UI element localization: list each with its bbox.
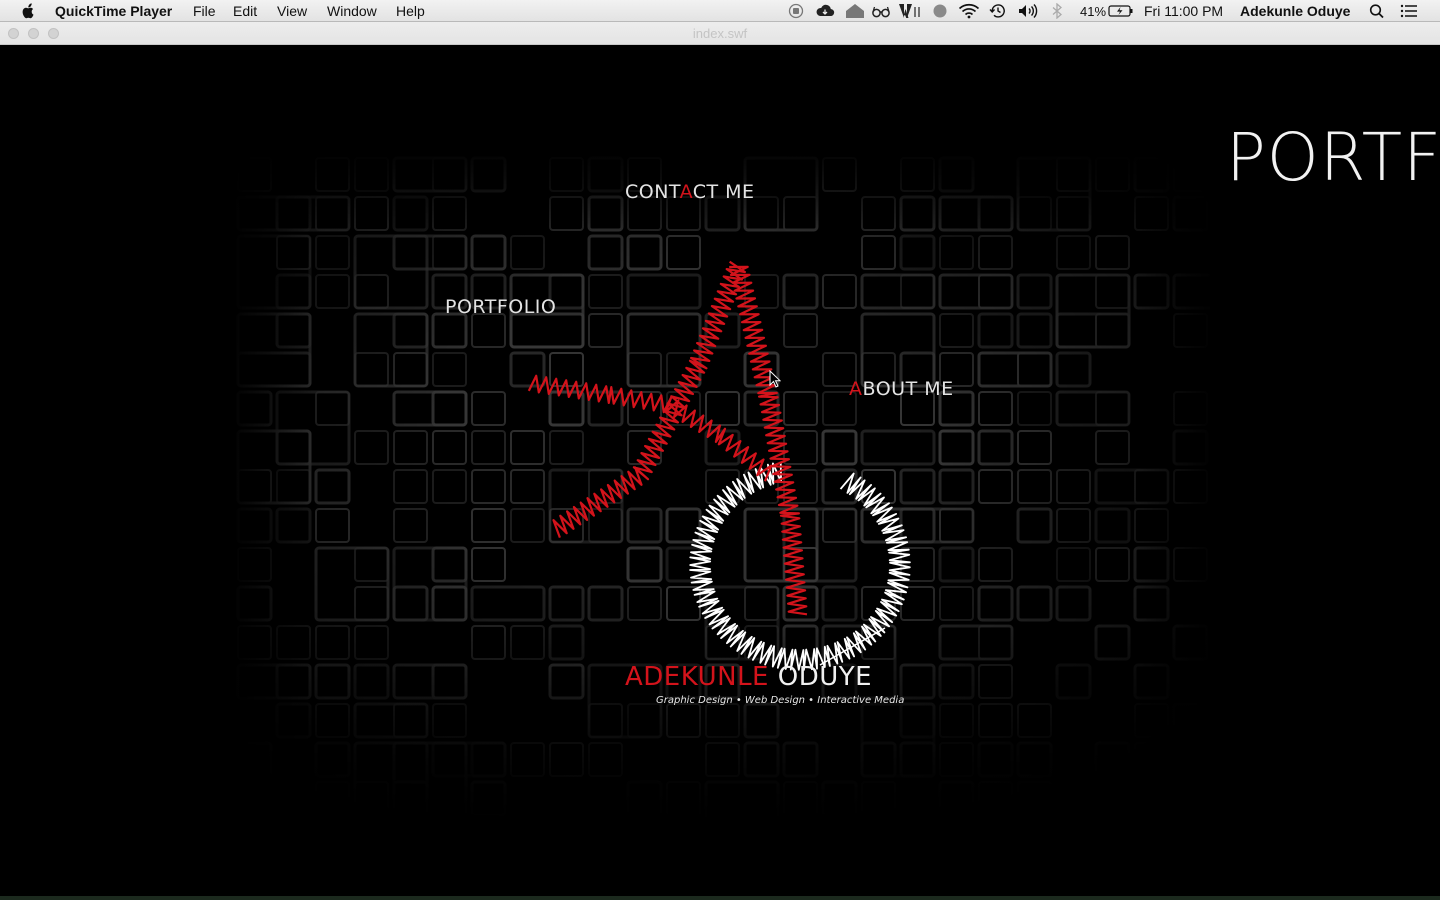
circle-icon[interactable] <box>931 3 949 19</box>
tagline: Graphic Design • Web Design • Interactiv… <box>656 695 905 706</box>
brand-first-name: ADEKUNLE <box>625 662 769 692</box>
app-menu[interactable]: QuickTime Player <box>55 3 172 19</box>
spotlight-icon[interactable] <box>1368 3 1386 19</box>
volume-icon[interactable] <box>1017 3 1039 19</box>
record-icon[interactable] <box>787 3 805 19</box>
menu-bar: QuickTime Player File Edit View Window H… <box>0 0 1440 22</box>
menu-file[interactable]: File <box>193 3 216 19</box>
brand-last-name: ODUYE <box>777 662 873 692</box>
nav-contact-me[interactable]: CONTACT ME <box>625 181 755 203</box>
window-title-bar: index.swf <box>0 22 1440 45</box>
user-menu[interactable]: Adekunle Oduye <box>1240 3 1350 19</box>
glasses-icon[interactable] <box>871 3 891 19</box>
cloud-icon[interactable] <box>815 3 835 19</box>
home-icon[interactable] <box>844 3 866 19</box>
wifi-icon[interactable] <box>958 3 980 19</box>
brand-name: ADEKUNLE ODUYE <box>625 662 872 692</box>
portfolio-heading: PORTFO <box>1226 119 1440 196</box>
logo-a-scribble <box>527 260 808 616</box>
menu-help[interactable]: Help <box>396 3 425 19</box>
flash-stage: CONTACT ME PORTFOLIO ABOUT ME ADEKUNLE O… <box>0 45 1440 900</box>
mouse-cursor-icon <box>769 370 781 388</box>
time-machine-icon[interactable] <box>989 3 1007 19</box>
ao-logo[interactable] <box>520 215 920 675</box>
notification-center-icon[interactable] <box>1399 3 1419 19</box>
menu-edit[interactable]: Edit <box>233 3 257 19</box>
menu-view[interactable]: View <box>277 3 307 19</box>
battery-icon[interactable] <box>1108 3 1134 19</box>
window-title: index.swf <box>692 26 748 41</box>
apple-icon[interactable] <box>19 3 37 19</box>
clock[interactable]: Fri 11:00 PM <box>1144 3 1223 19</box>
adobe-icon[interactable] <box>898 3 922 19</box>
battery-percent: 41% <box>1080 4 1107 19</box>
menu-window[interactable]: Window <box>327 3 377 19</box>
bluetooth-icon[interactable] <box>1050 3 1064 19</box>
